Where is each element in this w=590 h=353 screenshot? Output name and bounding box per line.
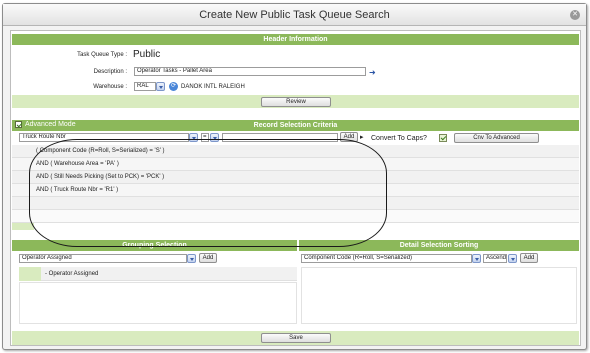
grouping-select[interactable]: Operator Assigned xyxy=(19,254,187,263)
criteria-row[interactable]: AND ( Warehouse Area = 'PA' ) xyxy=(12,158,579,171)
save-button[interactable]: Save xyxy=(261,333,331,343)
grouping-section-bar: Grouping Selection xyxy=(12,240,297,251)
criteria-row-empty[interactable] xyxy=(12,197,579,210)
task-queue-type-value: Public xyxy=(133,49,161,60)
close-icon[interactable]: ✕ xyxy=(570,10,580,20)
advanced-mode-label: Advanced Mode xyxy=(25,121,76,128)
criteria-row[interactable]: AND ( Truck Route Nbr = 'R1' ) xyxy=(12,184,579,197)
criteria-row-text: AND ( Still Needs Picking (Set to PCK) =… xyxy=(36,174,165,180)
grouping-list-item[interactable]: - Operator Assigned xyxy=(19,267,297,281)
grouping-list-area xyxy=(19,282,297,324)
convert-advanced-button[interactable]: Cnv To Advanced xyxy=(454,133,539,143)
criteria-more-icon[interactable]: ▸ xyxy=(360,133,364,141)
criteria-list: ( Component Code (R=Roll, S=Serialized) … xyxy=(12,145,579,230)
criteria-operator-dropdown-icon[interactable] xyxy=(210,133,219,142)
convert-caps-checkbox[interactable] xyxy=(439,134,447,142)
record-selection-bar: Record Selection Criteria xyxy=(12,120,579,131)
criteria-value-input[interactable] xyxy=(222,133,338,142)
criteria-field-select[interactable]: Truck Route Nbr xyxy=(19,133,189,142)
sorting-add-button[interactable]: Add xyxy=(520,253,538,263)
warehouse-select[interactable]: RAL xyxy=(134,82,156,91)
warehouse-name: DANOK INTL RALEIGH xyxy=(181,84,245,90)
description-input[interactable]: Operator Tasks - Pallet Area xyxy=(134,67,366,76)
warehouse-label: Warehouse : xyxy=(93,84,127,90)
sorting-field-dropdown-icon[interactable] xyxy=(472,254,481,263)
description-expand-icon[interactable]: ➜ xyxy=(369,68,376,77)
criteria-operator-select[interactable]: = xyxy=(201,133,209,142)
convert-caps-label: Convert To Caps? xyxy=(371,135,427,142)
criteria-row[interactable]: AND ( Still Needs Picking (Set to PCK) =… xyxy=(12,171,579,184)
advanced-mode-checkbox[interactable] xyxy=(15,121,22,128)
dialog-title: Create New Public Task Queue Search xyxy=(199,9,390,21)
warehouse-dropdown-icon[interactable] xyxy=(156,82,165,91)
sorting-section-bar: Detail Selection Sorting xyxy=(299,240,579,251)
dialog-content: Header Information Task Queue Type : Pub… xyxy=(10,30,581,346)
sorting-list-area xyxy=(301,267,577,324)
task-queue-dialog: Create New Public Task Queue Search ✕ He… xyxy=(2,3,587,350)
sorting-field-select[interactable]: Component Code (R=Roll, S=Serialized) xyxy=(301,254,472,263)
criteria-row[interactable]: ( Component Code (R=Roll, S=Serialized) … xyxy=(12,145,579,158)
grouping-add-button[interactable]: Add xyxy=(199,253,217,263)
dialog-titlebar: Create New Public Task Queue Search ✕ xyxy=(3,4,586,26)
grouping-gutter xyxy=(19,267,41,281)
sorting-order-select[interactable]: Ascend xyxy=(483,254,507,263)
criteria-add-button[interactable]: Add xyxy=(340,132,358,142)
header-section-bar: Header Information xyxy=(12,34,579,45)
sorting-order-dropdown-icon[interactable] xyxy=(508,254,517,263)
criteria-row-empty[interactable] xyxy=(12,210,579,223)
description-label: Description : xyxy=(93,69,127,75)
grouping-item-text: - Operator Assigned xyxy=(45,271,99,277)
criteria-row-text: ( Component Code (R=Roll, S=Serialized) … xyxy=(36,148,165,154)
task-queue-type-label: Task Queue Type : xyxy=(77,52,127,58)
criteria-field-dropdown-icon[interactable] xyxy=(189,133,198,142)
grouping-dropdown-icon[interactable] xyxy=(187,254,196,263)
criteria-row-text: AND ( Truck Route Nbr = 'R1' ) xyxy=(36,187,119,193)
criteria-row-text: AND ( Warehouse Area = 'PA' ) xyxy=(36,161,119,167)
warehouse-lookup-icon[interactable]: ⟳ xyxy=(169,82,178,91)
review-button[interactable]: Review xyxy=(261,97,331,107)
